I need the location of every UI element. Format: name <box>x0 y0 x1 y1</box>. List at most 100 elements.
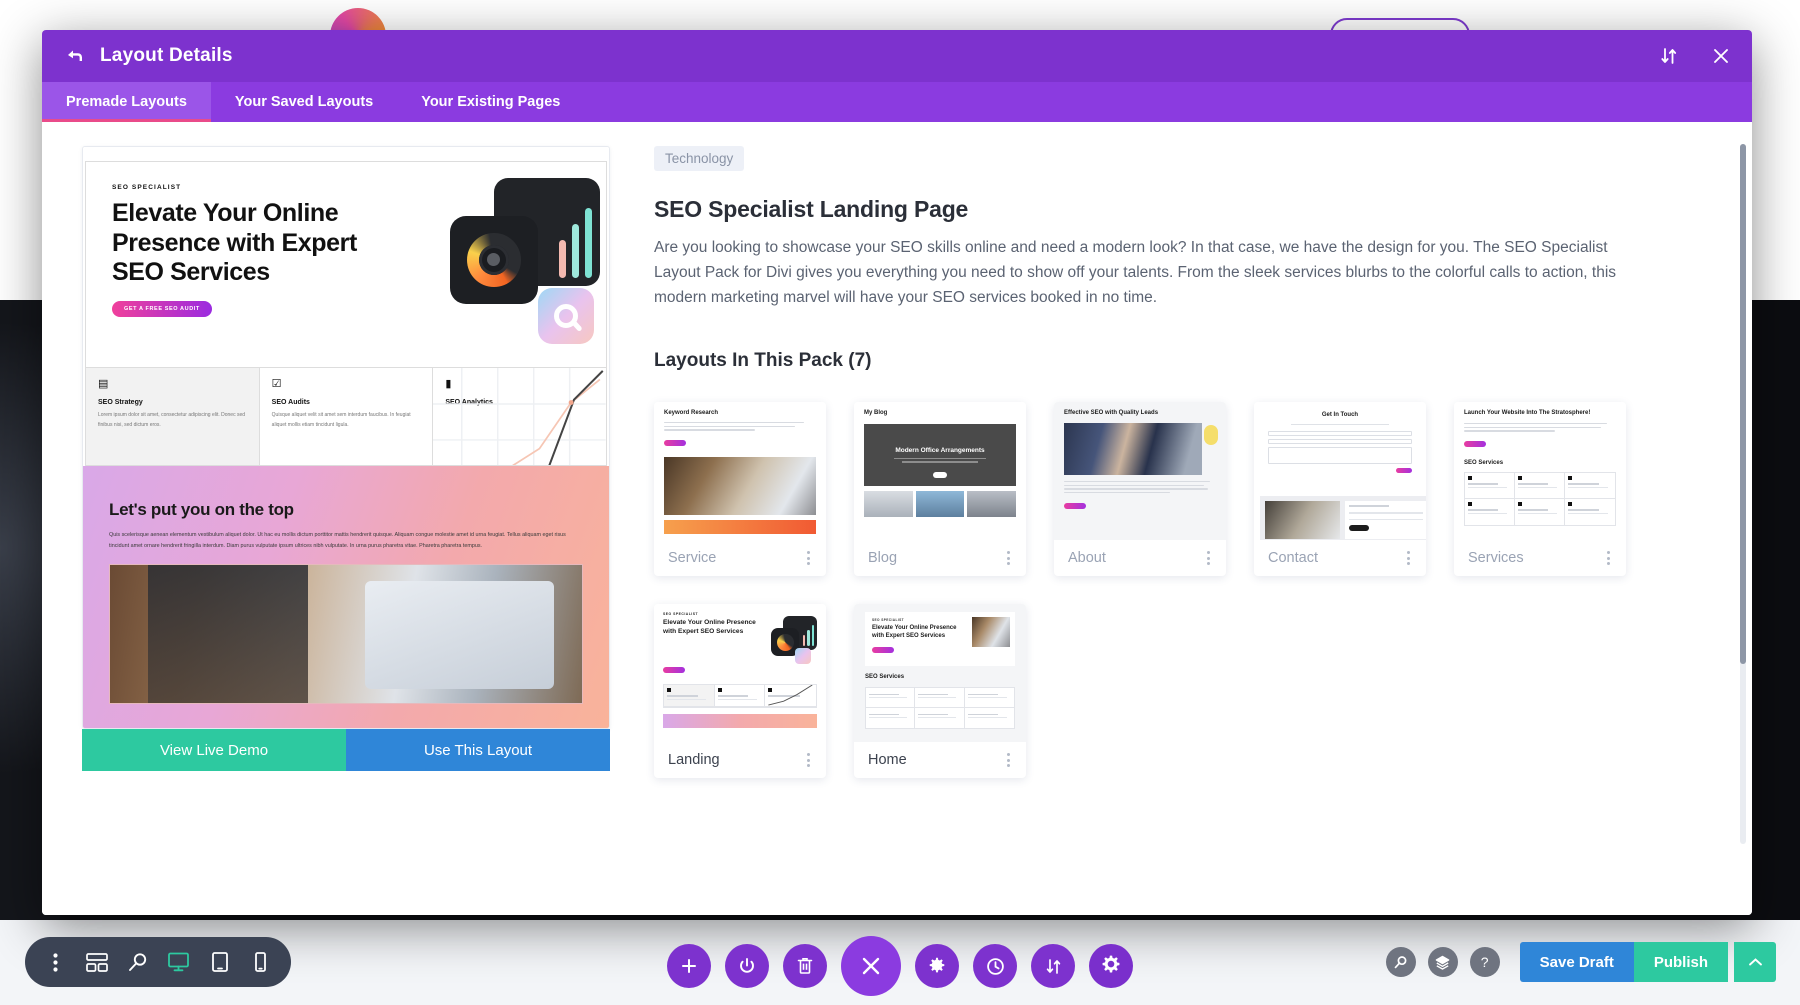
zoom-search-icon[interactable] <box>1386 947 1416 977</box>
modal-header: Layout Details <box>42 30 1752 82</box>
feature-title: SEO Strategy <box>98 399 249 406</box>
tab-premade-layouts[interactable]: Premade Layouts <box>42 82 211 122</box>
close-x-icon[interactable] <box>841 936 901 996</box>
thumb-subheading: Modern Office Arrangements <box>879 447 1001 455</box>
thumb-heading: Keyword Research <box>664 410 816 418</box>
kebab-menu-icon[interactable] <box>803 547 814 569</box>
layout-card-blog[interactable]: My Blog Modern Office Arrangements <box>854 402 1026 576</box>
thumb-heading: Elevate Your Online Presence with Expert… <box>663 619 769 635</box>
builder-bottom-bar: ? Save Draft Publish <box>0 920 1800 1005</box>
preview-feature-seo-strategy: ▤ SEO Strategy Lorem ipsum dolor sit ame… <box>86 368 260 465</box>
layout-thumbnail: My Blog Modern Office Arrangements <box>854 402 1026 540</box>
app-root: Layout Details Premade Layouts Your Save… <box>0 0 1800 1005</box>
layout-description: Are you looking to showcase your SEO ski… <box>654 235 1629 310</box>
trash-icon[interactable] <box>783 944 827 988</box>
layout-card-label: Blog <box>868 550 897 566</box>
analytics-line-chart <box>433 368 606 465</box>
kebab-menu-icon[interactable] <box>1603 547 1614 569</box>
kebab-menu-icon[interactable] <box>1203 547 1214 569</box>
layout-details-modal: Layout Details Premade Layouts Your Save… <box>42 30 1752 915</box>
layout-preview-card: SEO SPECIALIST Elevate Your Online Prese… <box>82 146 610 729</box>
search-badge-icon <box>538 288 594 344</box>
tablet-icon[interactable] <box>199 937 240 987</box>
pack-heading: Layouts In This Pack (7) <box>654 350 1712 372</box>
modal-header-actions <box>1656 30 1734 82</box>
layout-card-footer: Landing <box>654 742 826 778</box>
back-arrow-icon[interactable] <box>62 43 88 69</box>
kebab-menu-icon[interactable] <box>1003 749 1014 771</box>
preview-feature-seo-analytics: ▮ SEO Analytics <box>433 368 606 465</box>
save-draft-button[interactable]: Save Draft <box>1520 942 1634 982</box>
layout-thumbnail: Launch Your Website Into The Stratospher… <box>1454 402 1626 540</box>
feature-text: Lorem ipsum dolor sit amet, consectetur … <box>98 411 249 430</box>
layout-thumbnail: Keyword Research <box>654 402 826 540</box>
modal-body: SEO SPECIALIST Elevate Your Online Prese… <box>42 122 1752 915</box>
phone-icon[interactable] <box>240 937 281 987</box>
layout-card-footer: Home <box>854 742 1026 778</box>
tab-your-saved-layouts[interactable]: Your Saved Layouts <box>211 82 397 122</box>
scrollbar-thumb[interactable] <box>1740 144 1746 664</box>
history-clock-icon[interactable] <box>973 944 1017 988</box>
kebab-menu-icon[interactable] <box>35 937 76 987</box>
builder-center-toolbar <box>667 936 1133 996</box>
help-icon[interactable]: ? <box>1470 947 1500 977</box>
save-publish-group: Save Draft Publish <box>1520 942 1776 982</box>
preview-cta-button: GET A FREE SEO AUDIT <box>112 301 212 317</box>
layouts-grid: Keyword Research Service <box>654 402 1712 778</box>
document-icon: ▤ <box>98 378 110 390</box>
publish-button[interactable]: Publish <box>1634 942 1728 982</box>
thumb-heading: Launch Your Website Into The Stratospher… <box>1464 410 1616 418</box>
thumb-heading: Effective SEO with Quality Leads <box>1064 410 1183 418</box>
kebab-menu-icon[interactable] <box>1003 547 1014 569</box>
layout-card-label: Services <box>1468 550 1524 566</box>
zoom-out-icon[interactable] <box>117 937 158 987</box>
thumb-heading: My Blog <box>864 410 1016 418</box>
power-icon[interactable] <box>725 944 769 988</box>
layout-card-label: About <box>1068 550 1106 566</box>
layout-card-label: Service <box>668 550 716 566</box>
close-icon[interactable] <box>1708 43 1734 69</box>
builder-right-toolbar: ? Save Draft Publish <box>1386 942 1776 982</box>
layers-icon[interactable] <box>1428 947 1458 977</box>
layout-card-footer: Service <box>654 540 826 576</box>
use-this-layout-button[interactable]: Use This Layout <box>346 729 610 771</box>
vertical-scrollbar[interactable] <box>1740 144 1746 844</box>
feature-text: Quisque aliquet velit sit amet sem inter… <box>272 411 423 430</box>
layout-card-label: Contact <box>1268 550 1318 566</box>
preview-feature-seo-audits: ☑ SEO Audits Quisque aliquet velit sit a… <box>260 368 434 465</box>
sort-updown-icon[interactable] <box>1031 944 1075 988</box>
layout-thumbnail: Get In Touch <box>1254 402 1426 540</box>
layout-card-landing[interactable]: SEO SPECIALIST Elevate Your Online Prese… <box>654 604 826 778</box>
sort-updown-icon[interactable] <box>1656 43 1682 69</box>
builder-left-toolbar <box>25 937 291 987</box>
layout-title: SEO Specialist Landing Page <box>654 196 1712 223</box>
layout-card-service[interactable]: Keyword Research Service <box>654 402 826 576</box>
wireframe-icon[interactable] <box>76 937 117 987</box>
layout-card-home[interactable]: SEO SPECIALIST Elevate Your Online Prese… <box>854 604 1026 778</box>
layout-details-pane: Technology SEO Specialist Landing Page A… <box>642 122 1752 915</box>
layout-card-services[interactable]: Launch Your Website Into The Stratospher… <box>1454 402 1626 576</box>
view-live-demo-button[interactable]: View Live Demo <box>82 729 346 771</box>
layout-thumbnail: SEO SPECIALIST Elevate Your Online Prese… <box>654 604 826 742</box>
layout-card-about[interactable]: Effective SEO with Quality Leads About <box>1054 402 1226 576</box>
tab-your-existing-pages[interactable]: Your Existing Pages <box>397 82 584 122</box>
kebab-menu-icon[interactable] <box>1403 547 1414 569</box>
layout-card-footer: About <box>1054 540 1226 576</box>
layout-card-contact[interactable]: Get In Touch <box>1254 402 1426 576</box>
add-icon[interactable] <box>667 944 711 988</box>
check-box-icon: ☑ <box>272 378 284 390</box>
thumb-heading: Elevate Your Online Presence with Expert… <box>872 625 962 640</box>
preview-features: ▤ SEO Strategy Lorem ipsum dolor sit ame… <box>86 367 606 465</box>
preview-hero-artwork <box>450 178 600 338</box>
kebab-menu-icon[interactable] <box>803 749 814 771</box>
layout-card-footer: Blog <box>854 540 1026 576</box>
layout-card-label: Landing <box>668 752 720 768</box>
divi-gear-icon[interactable] <box>1089 944 1133 988</box>
category-badge[interactable]: Technology <box>654 146 744 171</box>
preview-hero-section: SEO SPECIALIST Elevate Your Online Prese… <box>83 147 609 466</box>
settings-gear-icon[interactable] <box>915 944 959 988</box>
layout-card-footer: Contact <box>1254 540 1426 576</box>
chevron-up-icon[interactable] <box>1734 942 1776 982</box>
desktop-icon[interactable] <box>158 937 199 987</box>
seo-ring-icon <box>450 216 538 304</box>
